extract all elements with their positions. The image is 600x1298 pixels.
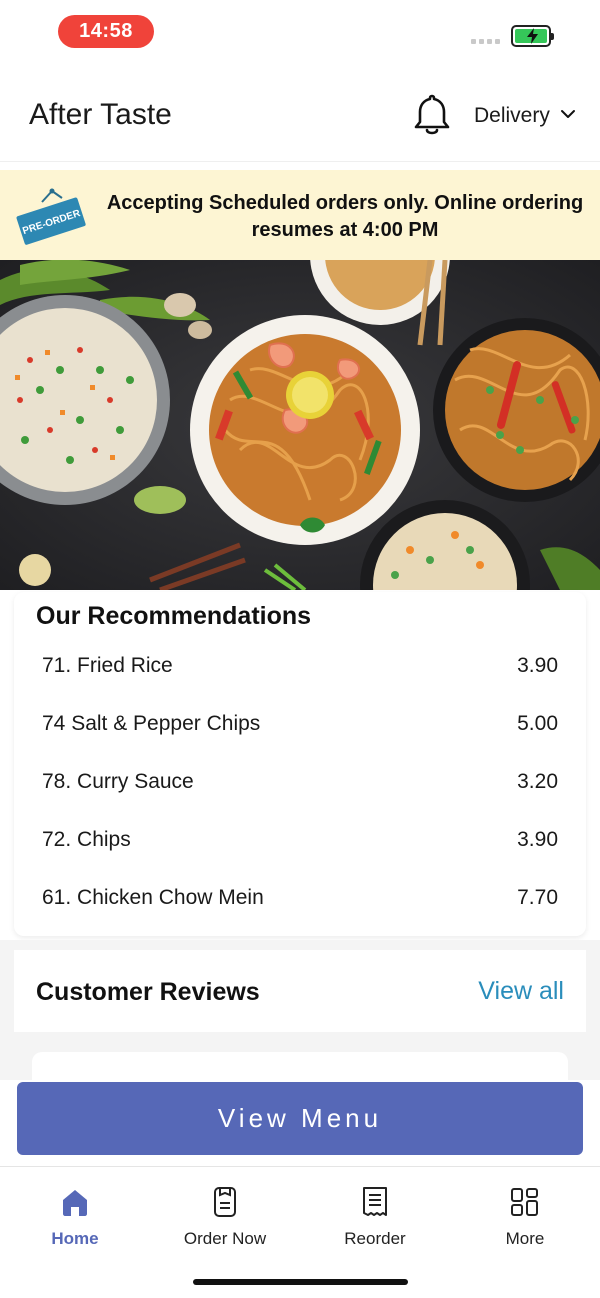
item-name: 74 Salt & Pepper Chips [42, 712, 261, 735]
home-icon [63, 1190, 87, 1216]
signal-icon [471, 39, 500, 44]
tab-label: Home [51, 1229, 99, 1248]
home-indicator [193, 1279, 408, 1285]
item-price: 3.90 [517, 828, 558, 851]
view-menu-button[interactable]: View Menu [17, 1082, 583, 1155]
item-price: 7.70 [517, 886, 558, 909]
item-name: 78. Curry Sauce [42, 770, 194, 793]
tab-order-now[interactable]: Order Now [160, 1185, 290, 1249]
customer-reviews-header: Customer Reviews View all [14, 950, 586, 1032]
preorder-tag-icon: PRE-ORDER [16, 188, 86, 245]
preorder-banner: PRE-ORDER Accepting Scheduled orders onl… [0, 170, 600, 260]
recommendation-item[interactable]: 78. Curry Sauce 3.20 [42, 762, 558, 802]
hero-food-image [0, 260, 600, 590]
item-name: 71. Fried Rice [42, 654, 173, 677]
tab-reorder[interactable]: Reorder [310, 1185, 440, 1249]
status-time: 14:58 [58, 15, 154, 48]
tab-more[interactable]: More [460, 1185, 590, 1249]
recommendations-card: Our Recommendations 71. Fried Rice 3.90 … [14, 592, 586, 936]
recommendation-item[interactable]: 61. Chicken Chow Mein 7.70 [42, 878, 558, 918]
app-header: After Taste Delivery [0, 66, 600, 162]
tab-label: Order Now [183, 1229, 267, 1248]
grid-icon [511, 1188, 538, 1216]
item-price: 3.90 [517, 654, 558, 677]
recommendation-item[interactable]: 72. Chips 3.90 [42, 820, 558, 860]
tab-label: Reorder [344, 1229, 406, 1248]
order-icon [214, 1187, 236, 1217]
recommendation-item[interactable]: 71. Fried Rice 3.90 [42, 646, 558, 686]
app-title: After Taste [29, 98, 172, 131]
item-name: 61. Chicken Chow Mein [42, 886, 264, 909]
customer-reviews-title: Customer Reviews [36, 978, 260, 1006]
bell-icon[interactable] [410, 92, 454, 138]
tab-home[interactable]: Home [10, 1185, 140, 1249]
delivery-selector[interactable]: Delivery [474, 104, 550, 128]
item-price: 5.00 [517, 712, 558, 735]
status-bar: 14:58 [0, 0, 600, 66]
item-name: 72. Chips [42, 828, 131, 851]
chevron-down-icon[interactable] [560, 108, 576, 120]
banner-message: Accepting Scheduled orders only. Online … [106, 192, 584, 241]
recommendations-title: Our Recommendations [36, 602, 312, 630]
view-all-reviews-link[interactable]: View all [478, 977, 564, 1006]
item-price: 3.20 [517, 770, 558, 793]
recommendation-item[interactable]: 74 Salt & Pepper Chips 5.00 [42, 704, 558, 744]
receipt-icon [363, 1187, 387, 1216]
battery-charging-icon [511, 25, 554, 47]
tab-label: More [505, 1229, 545, 1248]
